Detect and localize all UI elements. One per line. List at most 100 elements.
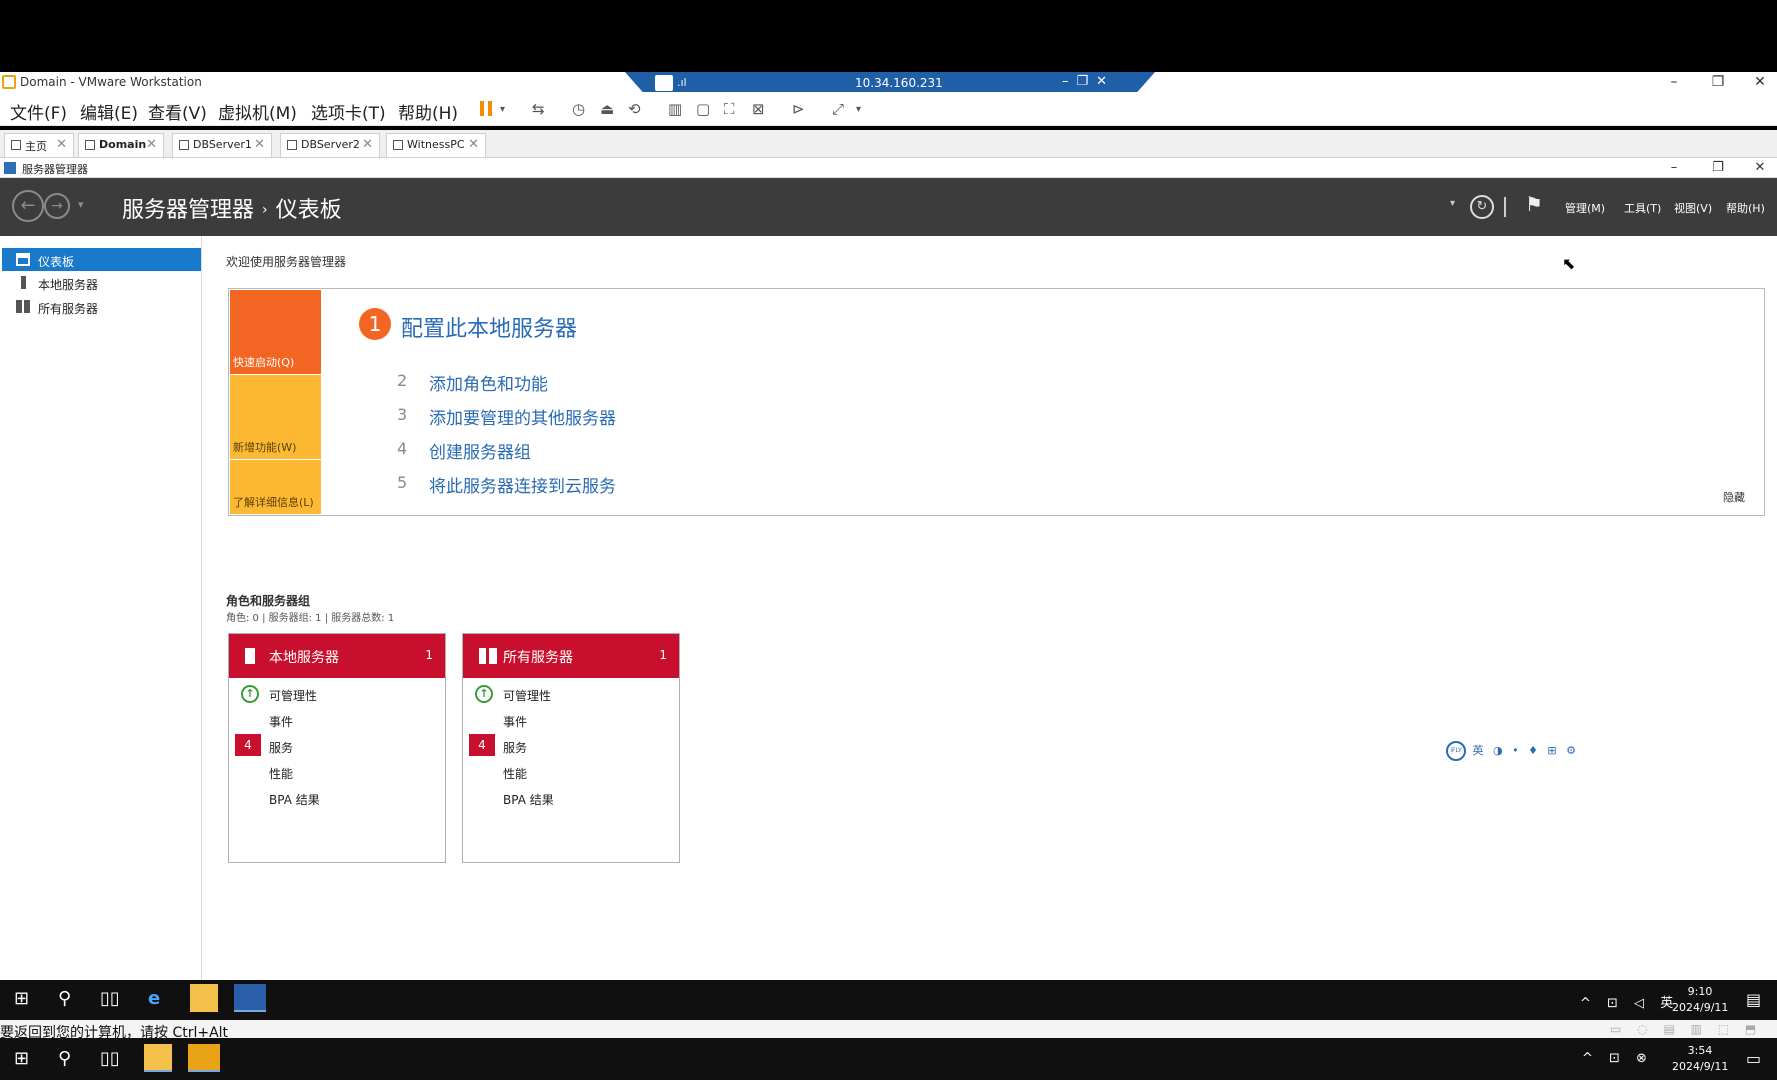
library-view-icon[interactable]: ▥ (668, 100, 682, 118)
file-explorer-icon[interactable] (190, 984, 218, 1012)
row-manageability[interactable]: 可管理性 (503, 687, 551, 704)
menu-view[interactable]: 查看(V) (148, 99, 207, 124)
clock-time: 9:10 (1687, 985, 1713, 998)
menu-file[interactable]: 文件(F) (10, 99, 67, 124)
link-configure-local-server[interactable]: 配置此本地服务器 (401, 311, 577, 343)
link-add-other-servers[interactable]: 添加要管理的其他服务器 (429, 404, 616, 429)
card-all-servers[interactable]: 所有服务器 1 ↑ 可管理性 事件 4 服务 性能 BPA 结果 (462, 633, 680, 863)
notification-icon[interactable]: ▤ (1746, 990, 1761, 1009)
tab-witnesspc[interactable]: WitnessPC ✕ (386, 133, 486, 157)
server-manager-taskbar-icon[interactable] (234, 984, 266, 1012)
search-icon[interactable]: ⚲ (58, 1048, 71, 1069)
search-icon[interactable]: ⚲ (58, 988, 71, 1009)
vmware-close-button[interactable]: ✕ (1740, 72, 1777, 92)
tab-dbserver1[interactable]: DBServer1 ✕ (172, 133, 272, 157)
row-performance[interactable]: 性能 (503, 765, 527, 782)
file-explorer-icon[interactable] (144, 1044, 172, 1072)
chevron-down-icon[interactable]: ▾ (1450, 198, 1455, 209)
host-clock[interactable]: 3:54 2024/9/11 (1672, 1043, 1728, 1075)
ime-logo-icon: iFLY (1446, 741, 1466, 761)
link-create-server-group[interactable]: 创建服务器组 (429, 438, 531, 463)
link-connect-cloud-services[interactable]: 将此服务器连接到云服务 (429, 472, 616, 497)
notification-icon[interactable]: ▭ (1746, 1049, 1761, 1068)
back-arrow-icon[interactable]: ← (12, 190, 44, 222)
task-view-icon[interactable]: ▯▯ (100, 988, 120, 1009)
sm-restore-button[interactable]: ❐ (1698, 158, 1738, 178)
console-icon[interactable]: ⊳ (792, 100, 805, 118)
vmware-restore-button[interactable]: ❐ (1698, 72, 1738, 92)
sidebar-item-all-servers[interactable]: 所有服务器 (2, 295, 201, 318)
close-icon[interactable]: ✕ (362, 137, 373, 152)
row-events[interactable]: 事件 (503, 713, 527, 730)
hide-link[interactable]: 隐藏 (1723, 489, 1745, 505)
link-add-roles-features[interactable]: 添加角色和功能 (429, 370, 548, 395)
console-window-controls[interactable]: –❐✕ (1062, 74, 1115, 89)
clock-time: 3:54 (1687, 1044, 1713, 1057)
forward-arrow-icon[interactable]: → (44, 193, 70, 219)
menu-help[interactable]: 帮助(H) (398, 99, 458, 124)
ok-status-icon: ↑ (241, 685, 259, 703)
menu-edit[interactable]: 编辑(E) (80, 99, 138, 124)
tab-home[interactable]: 主页 ✕ (4, 133, 74, 157)
guest-screen[interactable]: 服务器管理器 – ❐ ✕ ← → ▾ 服务器管理器 › 仪表板 ▾ ↻ ⚑ 管理(M… (0, 158, 1777, 980)
card-local-server[interactable]: 本地服务器 1 ↑ 可管理性 事件 4 服务 性能 BPA 结果 (228, 633, 446, 863)
pause-icon[interactable] (480, 101, 492, 116)
snapshot-icon[interactable]: ◷ (572, 100, 585, 118)
close-icon[interactable]: ✕ (254, 137, 265, 152)
step-number: 4 (397, 439, 408, 458)
row-events[interactable]: 事件 (269, 713, 293, 730)
chevron-down-icon[interactable]: ▾ (78, 198, 84, 211)
menu-tools[interactable]: 工具(T) (1624, 200, 1661, 216)
vmware-minimize-button[interactable]: – (1654, 72, 1694, 92)
sm-minimize-button[interactable]: – (1654, 158, 1694, 178)
row-bpa-results[interactable]: BPA 结果 (269, 791, 320, 808)
windows-start-icon[interactable]: ⊞ (14, 1048, 29, 1069)
close-icon[interactable]: ✕ (146, 137, 157, 152)
menu-help[interactable]: 帮助(H) (1726, 200, 1765, 216)
row-services[interactable]: 服务 (503, 739, 527, 756)
ime-toolbar[interactable]: iFLY 英 ◑ • ♦ ⊞ ⚙ (1446, 741, 1579, 761)
single-window-icon[interactable]: ▢ (696, 100, 710, 118)
tab-dbserver2[interactable]: DBServer2 ✕ (280, 133, 380, 157)
pin-icon[interactable] (655, 75, 673, 91)
card-header[interactable]: 本地服务器 1 (229, 634, 445, 678)
server-icon (21, 276, 26, 289)
sm-close-button[interactable]: ✕ (1740, 158, 1777, 178)
close-icon[interactable]: ✕ (56, 137, 67, 152)
menu-manage[interactable]: 管理(M) (1565, 200, 1605, 216)
tile-quick-start[interactable]: 快速启动(Q) (230, 290, 321, 374)
task-view-icon[interactable]: ▯▯ (100, 1048, 120, 1069)
row-bpa-results[interactable]: BPA 结果 (503, 791, 554, 808)
server-manager-window-title: 服务器管理器 (22, 163, 88, 176)
snapshot-manager-icon[interactable]: ⟲ (628, 100, 641, 118)
row-manageability[interactable]: 可管理性 (269, 687, 317, 704)
mouse-cursor-icon: ⬉ (1562, 254, 1576, 273)
windows-start-icon[interactable]: ⊞ (14, 988, 29, 1009)
card-header[interactable]: 所有服务器 1 (463, 634, 679, 678)
tab-domain[interactable]: Domain ✕ (78, 133, 164, 157)
unity-icon[interactable]: ⊠ (752, 100, 765, 118)
close-icon[interactable]: ✕ (468, 137, 479, 152)
guest-system-tray[interactable]: ^ ⊡ ◁ 英 (1580, 992, 1679, 1011)
ie-icon[interactable]: e (148, 988, 160, 1009)
send-ctrl-alt-del-icon[interactable]: ⇆ (532, 100, 545, 118)
revert-snapshot-icon[interactable]: ⏏ (600, 100, 614, 118)
sidebar-item-dashboard[interactable]: 仪表板 (2, 248, 201, 271)
row-services[interactable]: 服务 (269, 739, 293, 756)
chevron-down-icon[interactable]: ▾ (856, 104, 861, 115)
menu-vm[interactable]: 虚拟机(M) (218, 99, 297, 124)
menu-tabs[interactable]: 选项卡(T) (311, 99, 386, 124)
guest-clock[interactable]: 9:10 2024/9/11 (1672, 984, 1728, 1016)
row-performance[interactable]: 性能 (269, 765, 293, 782)
menu-view[interactable]: 视图(V) (1674, 200, 1712, 216)
flag-icon[interactable]: ⚑ (1525, 192, 1543, 216)
sidebar-item-local-server[interactable]: 本地服务器 (2, 271, 201, 294)
refresh-icon[interactable]: ↻ (1470, 195, 1494, 219)
tile-new-features[interactable]: 新增功能(W) (230, 375, 321, 459)
host-system-tray[interactable]: ^ ⊡ ⊗ (1582, 1051, 1653, 1066)
fullscreen-icon[interactable]: ⛶ (724, 100, 735, 118)
tile-learn-more[interactable]: 了解详细信息(L) (230, 460, 321, 514)
chevron-down-icon[interactable]: ▾ (500, 104, 505, 115)
stretch-icon[interactable]: ⤢ (832, 100, 844, 118)
vmware-taskbar-icon[interactable] (188, 1044, 220, 1072)
